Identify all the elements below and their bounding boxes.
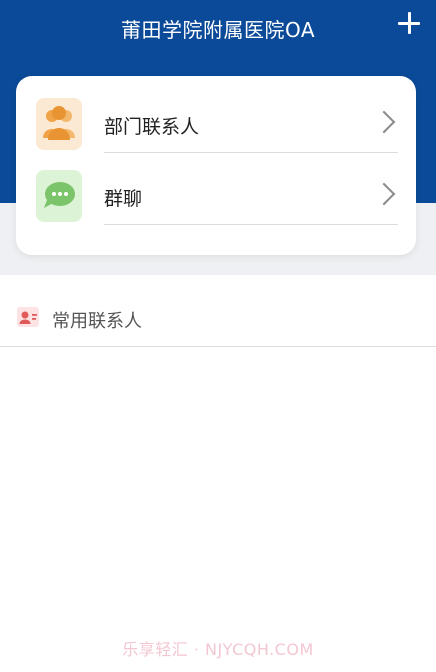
watermark: 乐享轻汇 · NJYCQH.COM (122, 640, 314, 659)
chevron-right-icon (372, 110, 396, 134)
contact-card-icon (16, 305, 40, 329)
department-contacts-label: 部门联系人 (104, 116, 200, 138)
page-title: 莆田学院附属医院OA (120, 18, 316, 42)
chevron-right-icon (372, 182, 396, 206)
group-chat-icon (36, 170, 82, 222)
contacts-menu-card: 部门联系人 群聊 (16, 76, 416, 255)
row-divider (104, 152, 398, 153)
add-button[interactable] (396, 10, 422, 36)
group-chat-row[interactable]: 群聊 (16, 162, 416, 234)
department-contacts-row[interactable]: 部门联系人 (16, 90, 416, 162)
row-divider (104, 224, 398, 225)
frequent-contacts-section[interactable]: 常用联系人 (0, 293, 436, 347)
department-contacts-icon (36, 98, 82, 150)
frequent-contacts-label: 常用联系人 (52, 311, 142, 332)
group-chat-label: 群聊 (104, 188, 143, 210)
